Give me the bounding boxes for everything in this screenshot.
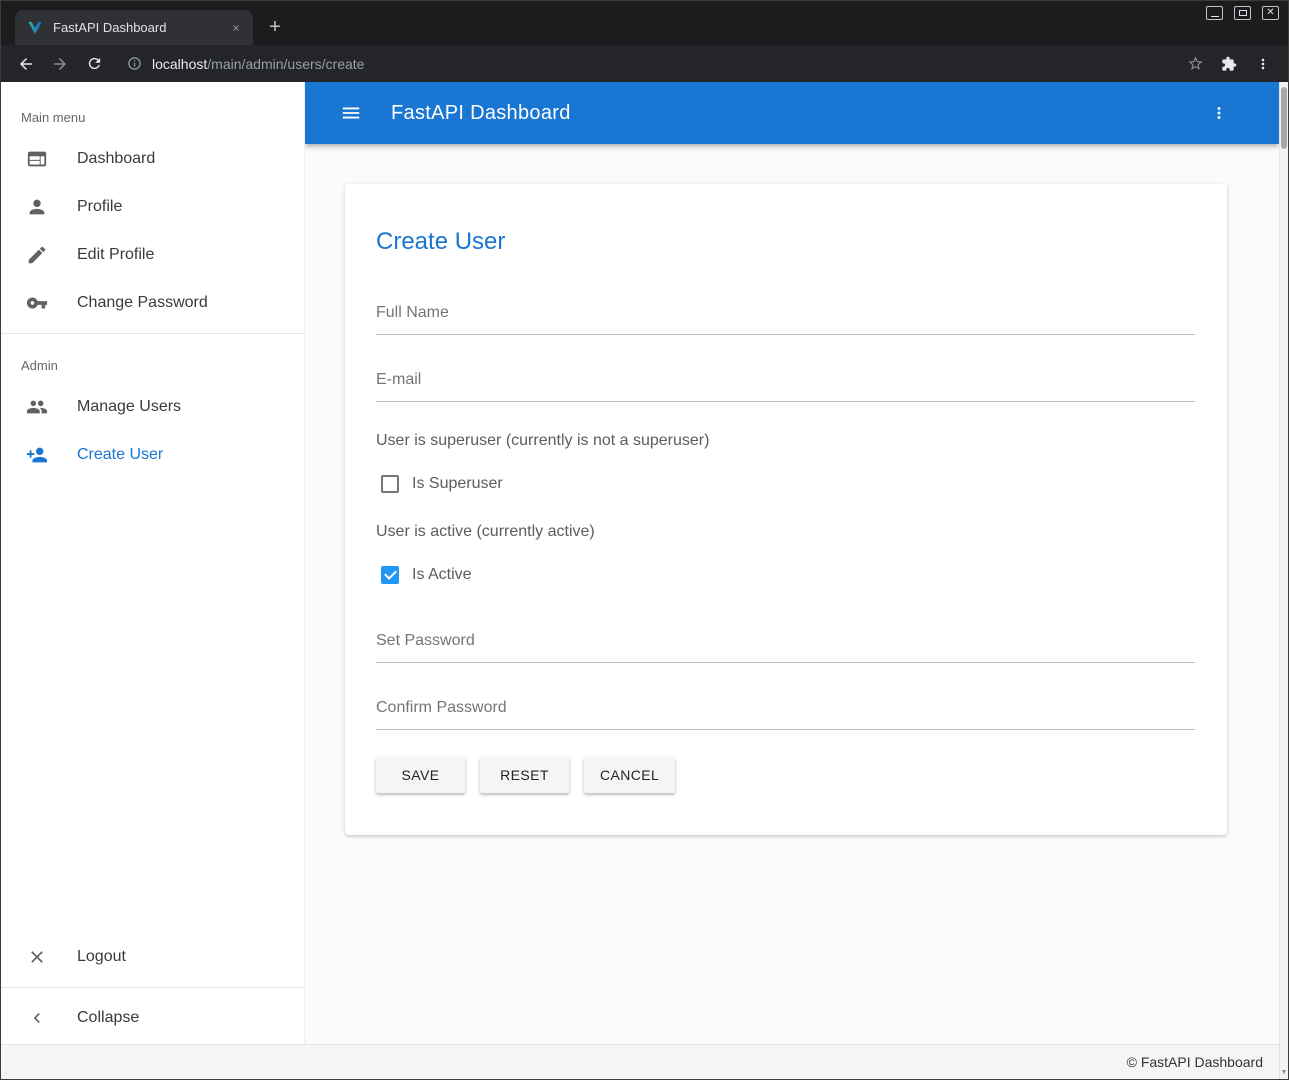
- sidebar-item-label: Create User: [77, 446, 163, 464]
- superuser-checkbox[interactable]: [381, 475, 399, 493]
- address-bar[interactable]: localhost/main/admin/users/create: [117, 50, 1172, 78]
- people-icon: [25, 395, 49, 419]
- browser-window: FastAPI Dashboard + ✕ localhost/main/adm…: [0, 0, 1289, 1080]
- close-x-icon: [25, 945, 49, 969]
- sidebar-item-profile[interactable]: Profile: [1, 183, 304, 231]
- reload-icon[interactable]: [79, 50, 109, 78]
- window-controls: ✕: [1206, 6, 1279, 20]
- set-password-input[interactable]: [376, 632, 1195, 663]
- email-input[interactable]: [376, 371, 1195, 402]
- browser-tab[interactable]: FastAPI Dashboard: [15, 10, 253, 45]
- window-close-button[interactable]: ✕: [1262, 6, 1279, 20]
- sidebar-divider: [1, 987, 304, 988]
- person-add-icon: [25, 443, 49, 467]
- bookmark-star-icon[interactable]: [1180, 50, 1210, 78]
- set-password-field: [376, 632, 1195, 663]
- sidebar-bottom: Logout Collapse: [1, 933, 304, 1042]
- active-checkbox-label: Is Active: [412, 566, 472, 584]
- sidebar-item-label: Profile: [77, 198, 122, 216]
- dashboard-icon: [25, 147, 49, 171]
- copyright-text: © FastAPI Dashboard: [1127, 1054, 1263, 1070]
- active-hint: User is active (currently active): [376, 523, 1195, 541]
- sidebar-item-label: Dashboard: [77, 150, 155, 168]
- save-button[interactable]: SAVE: [376, 757, 465, 793]
- app-menu-kebab-icon[interactable]: [1199, 93, 1239, 133]
- superuser-hint: User is superuser (currently is not a su…: [376, 432, 1195, 450]
- browser-toolbar: localhost/main/admin/users/create: [1, 45, 1288, 82]
- sidebar-item-label: Collapse: [77, 1009, 139, 1027]
- create-user-card: Create User User is superuser (currently…: [345, 184, 1227, 835]
- url-path: /main/admin/users/create: [207, 56, 364, 72]
- sidebar-item-label: Logout: [77, 948, 126, 966]
- hamburger-menu-icon[interactable]: [331, 93, 371, 133]
- tab-close-icon[interactable]: [227, 19, 245, 37]
- page-footer: © FastAPI Dashboard: [1, 1044, 1279, 1079]
- reset-button[interactable]: RESET: [480, 757, 569, 793]
- app-title: FastAPI Dashboard: [391, 102, 571, 125]
- sidebar-item-label: Manage Users: [77, 398, 181, 416]
- email-field: [376, 371, 1195, 402]
- minimize-button[interactable]: [1206, 6, 1223, 20]
- content-area: Create User User is superuser (currently…: [305, 144, 1279, 1044]
- page-title: Create User: [376, 228, 1195, 256]
- full-name-field: [376, 304, 1195, 335]
- sidebar-item-logout[interactable]: Logout: [1, 933, 304, 981]
- person-icon: [25, 195, 49, 219]
- full-name-input[interactable]: [376, 304, 1195, 335]
- confirm-password-input[interactable]: [376, 699, 1195, 730]
- sidebar-section-admin: Admin: [1, 340, 304, 383]
- tab-strip: FastAPI Dashboard + ✕: [1, 1, 1288, 45]
- app-bar: FastAPI Dashboard: [305, 82, 1279, 144]
- sidebar-item-collapse[interactable]: Collapse: [1, 994, 304, 1042]
- forward-icon[interactable]: [45, 50, 75, 78]
- pencil-icon: [25, 243, 49, 267]
- sidebar-item-label: Change Password: [77, 294, 208, 312]
- confirm-password-field: [376, 699, 1195, 730]
- maximize-button[interactable]: [1234, 6, 1251, 20]
- sidebar-item-create-user[interactable]: Create User: [1, 431, 304, 479]
- back-icon[interactable]: [11, 50, 41, 78]
- url-host: localhost: [152, 56, 207, 72]
- tab-title: FastAPI Dashboard: [53, 20, 227, 35]
- superuser-checkbox-label: Is Superuser: [412, 475, 503, 493]
- new-tab-button[interactable]: +: [261, 13, 289, 41]
- sidebar: Main menu Dashboard Profile Edit Profile: [1, 82, 305, 1044]
- extension-icon[interactable]: [1214, 50, 1244, 78]
- site-info-icon[interactable]: [127, 56, 142, 71]
- key-icon: [25, 291, 49, 315]
- sidebar-item-manage-users[interactable]: Manage Users: [1, 383, 304, 431]
- sidebar-item-dashboard[interactable]: Dashboard: [1, 135, 304, 183]
- sidebar-item-edit-profile[interactable]: Edit Profile: [1, 231, 304, 279]
- sidebar-divider: [1, 333, 304, 334]
- sidebar-item-label: Edit Profile: [77, 246, 154, 264]
- scrollbar-down-arrow-icon[interactable]: ▼: [1280, 1069, 1288, 1076]
- main-area: FastAPI Dashboard Create User User is su…: [305, 82, 1279, 1044]
- page: Main menu Dashboard Profile Edit Profile: [1, 82, 1288, 1079]
- scrollbar-thumb[interactable]: [1281, 87, 1287, 149]
- active-checkbox-row[interactable]: Is Active: [376, 566, 1195, 584]
- active-checkbox[interactable]: [381, 566, 399, 584]
- vertical-scrollbar[interactable]: ▼: [1279, 82, 1288, 1079]
- vuetify-favicon-icon: [27, 20, 43, 36]
- browser-menu-kebab-icon[interactable]: [1248, 50, 1278, 78]
- chevron-left-icon: [25, 1006, 49, 1030]
- sidebar-item-change-password[interactable]: Change Password: [1, 279, 304, 327]
- sidebar-section-main: Main menu: [1, 82, 304, 135]
- form-buttons: SAVE RESET CANCEL: [376, 757, 1195, 793]
- superuser-checkbox-row[interactable]: Is Superuser: [376, 475, 1195, 493]
- cancel-button[interactable]: CANCEL: [584, 757, 675, 793]
